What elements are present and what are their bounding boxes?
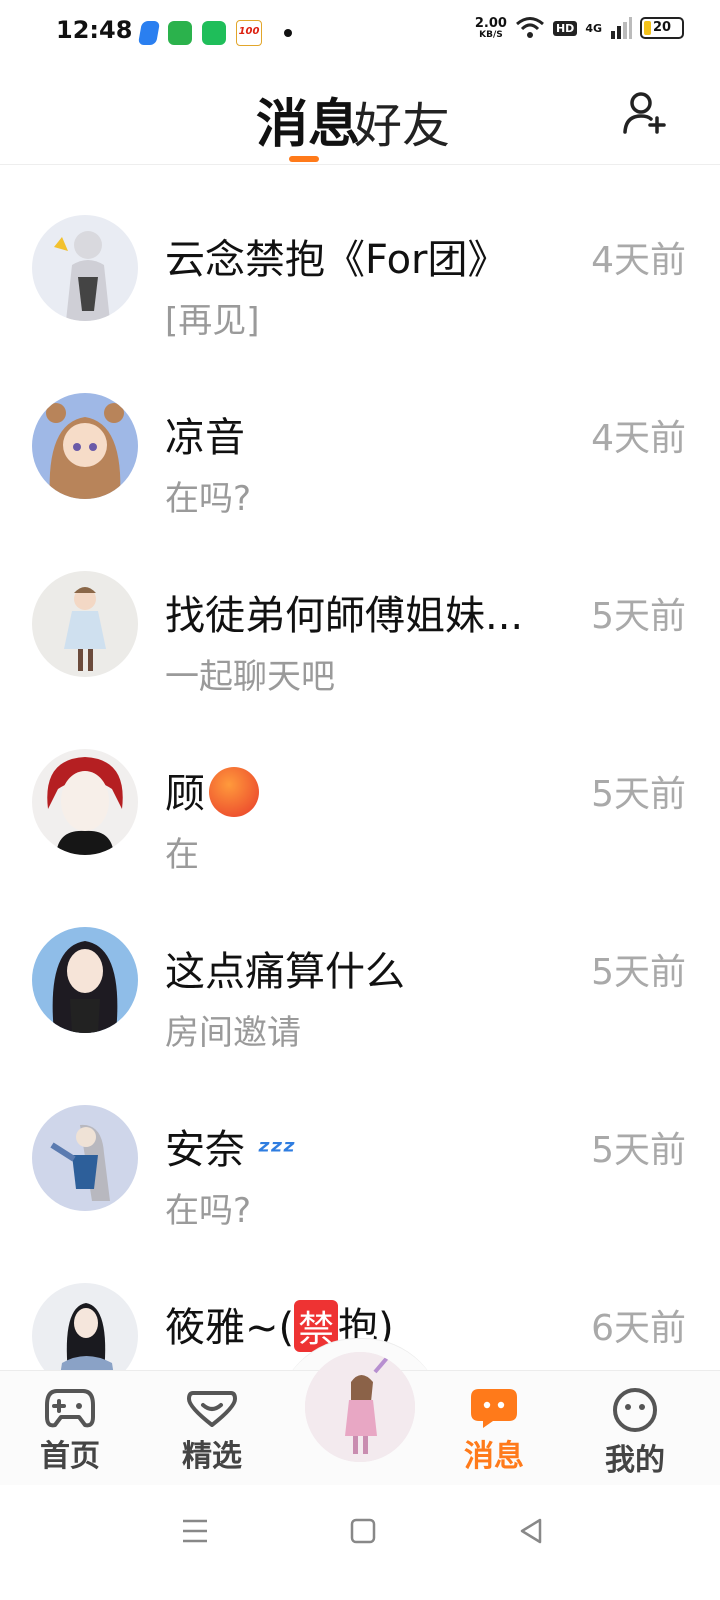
- network-type: 4G: [585, 21, 602, 35]
- nav-label: 首页: [40, 1439, 100, 1474]
- nav-label: 消息: [464, 1439, 524, 1474]
- signal-icon: [611, 17, 632, 39]
- chat-name: 凉音: [165, 415, 245, 461]
- chat-name: 找徒弟何師傅姐妹...: [165, 593, 524, 639]
- chat-preview: 在吗?: [165, 1191, 252, 1231]
- chat-item[interactable]: 找徒弟何師傅姐妹... 一起聊天吧 5天前: [0, 521, 720, 699]
- chat-time: 4天前: [591, 240, 686, 281]
- nav-label: 我的: [605, 1443, 665, 1478]
- top-header: 消息 好友: [0, 64, 720, 165]
- more-notifications-dot: [284, 29, 292, 37]
- avatar[interactable]: [32, 749, 138, 855]
- chat-name: 安奈 ᶻᶻᶻ: [165, 1127, 296, 1173]
- nav-featured[interactable]: 精选: [162, 1387, 262, 1475]
- chat-time: 5天前: [591, 952, 686, 993]
- nav-profile[interactable]: 我的: [585, 1387, 685, 1479]
- chat-preview: 在吗?: [165, 479, 252, 519]
- heart-icon: [187, 1391, 237, 1427]
- tab-friends[interactable]: 好友: [354, 86, 450, 156]
- chat-name: 顾: [165, 761, 259, 821]
- gamepad-icon: [45, 1389, 95, 1428]
- battery-icon: 20: [640, 17, 684, 39]
- hundred-app-icon: 100: [236, 20, 262, 46]
- chat-time: 6天前: [591, 1308, 686, 1349]
- chat-bubble-icon: [471, 1389, 517, 1428]
- status-time: 12:48: [56, 16, 133, 44]
- status-indicators: 2.00 KB/S HD 4G 20: [475, 16, 684, 40]
- zzz-emoji: ᶻᶻᶻ: [257, 1134, 296, 1170]
- wifi-icon: [516, 17, 544, 38]
- nav-label: 精选: [182, 1439, 242, 1474]
- chat-name: 这点痛算什么: [165, 949, 405, 995]
- network-speed: 2.00 KB/S: [474, 15, 507, 40]
- chat-item[interactable]: 顾 在 5天前: [0, 699, 720, 877]
- chat-item[interactable]: 安奈 ᶻᶻᶻ 在吗? 5天前: [0, 1055, 720, 1233]
- avatar[interactable]: [32, 927, 138, 1033]
- notification-icons: 100: [137, 20, 292, 46]
- menu-icon[interactable]: [180, 1516, 210, 1546]
- smiley-icon: [613, 1388, 657, 1432]
- chat-preview: [再见]: [165, 301, 260, 341]
- message-app-icon: [168, 21, 192, 45]
- chat-time: 4天前: [591, 418, 686, 459]
- active-tab-indicator: [289, 156, 319, 162]
- chat-item[interactable]: 凉音 在吗? 4天前: [0, 343, 720, 521]
- nav-home[interactable]: 首页: [20, 1387, 120, 1475]
- home-icon[interactable]: [348, 1516, 378, 1546]
- center-character-button[interactable]: [305, 1352, 415, 1462]
- chat-name: 云念禁抱《For团》: [165, 237, 508, 283]
- system-navigation-bar: [0, 1486, 720, 1600]
- avatar[interactable]: [32, 1105, 138, 1211]
- chat-time: 5天前: [591, 596, 686, 637]
- chat-preview: 房间邀请: [165, 1013, 301, 1053]
- avatar[interactable]: [32, 215, 138, 321]
- store-app-icon: [202, 21, 226, 45]
- app-notification-icon: [137, 21, 161, 45]
- chat-preview: 一起聊天吧: [165, 657, 335, 697]
- chat-preview: 在: [165, 835, 199, 875]
- hot-face-emoji: [209, 767, 259, 817]
- avatar[interactable]: [32, 393, 138, 499]
- tab-messages[interactable]: 消息: [256, 82, 360, 157]
- chat-time: 5天前: [591, 1130, 686, 1171]
- chat-list: 云念禁抱《For团》 [再见] 4天前 凉音 在吗? 4天前 找徒弟何師傅姐妹.…: [0, 165, 720, 1411]
- chat-item[interactable]: 这点痛算什么 房间邀请 5天前: [0, 877, 720, 1055]
- nav-messages[interactable]: 消息: [444, 1387, 544, 1475]
- chat-time: 5天前: [591, 774, 686, 815]
- back-icon[interactable]: [516, 1516, 546, 1546]
- add-friend-icon[interactable]: [622, 90, 668, 136]
- status-bar: 12:48 100 2.00 KB/S HD 4G 20: [0, 0, 720, 64]
- chat-item[interactable]: 云念禁抱《For团》 [再见] 4天前: [0, 165, 720, 343]
- hd-icon: HD: [552, 20, 578, 36]
- avatar[interactable]: [32, 571, 138, 677]
